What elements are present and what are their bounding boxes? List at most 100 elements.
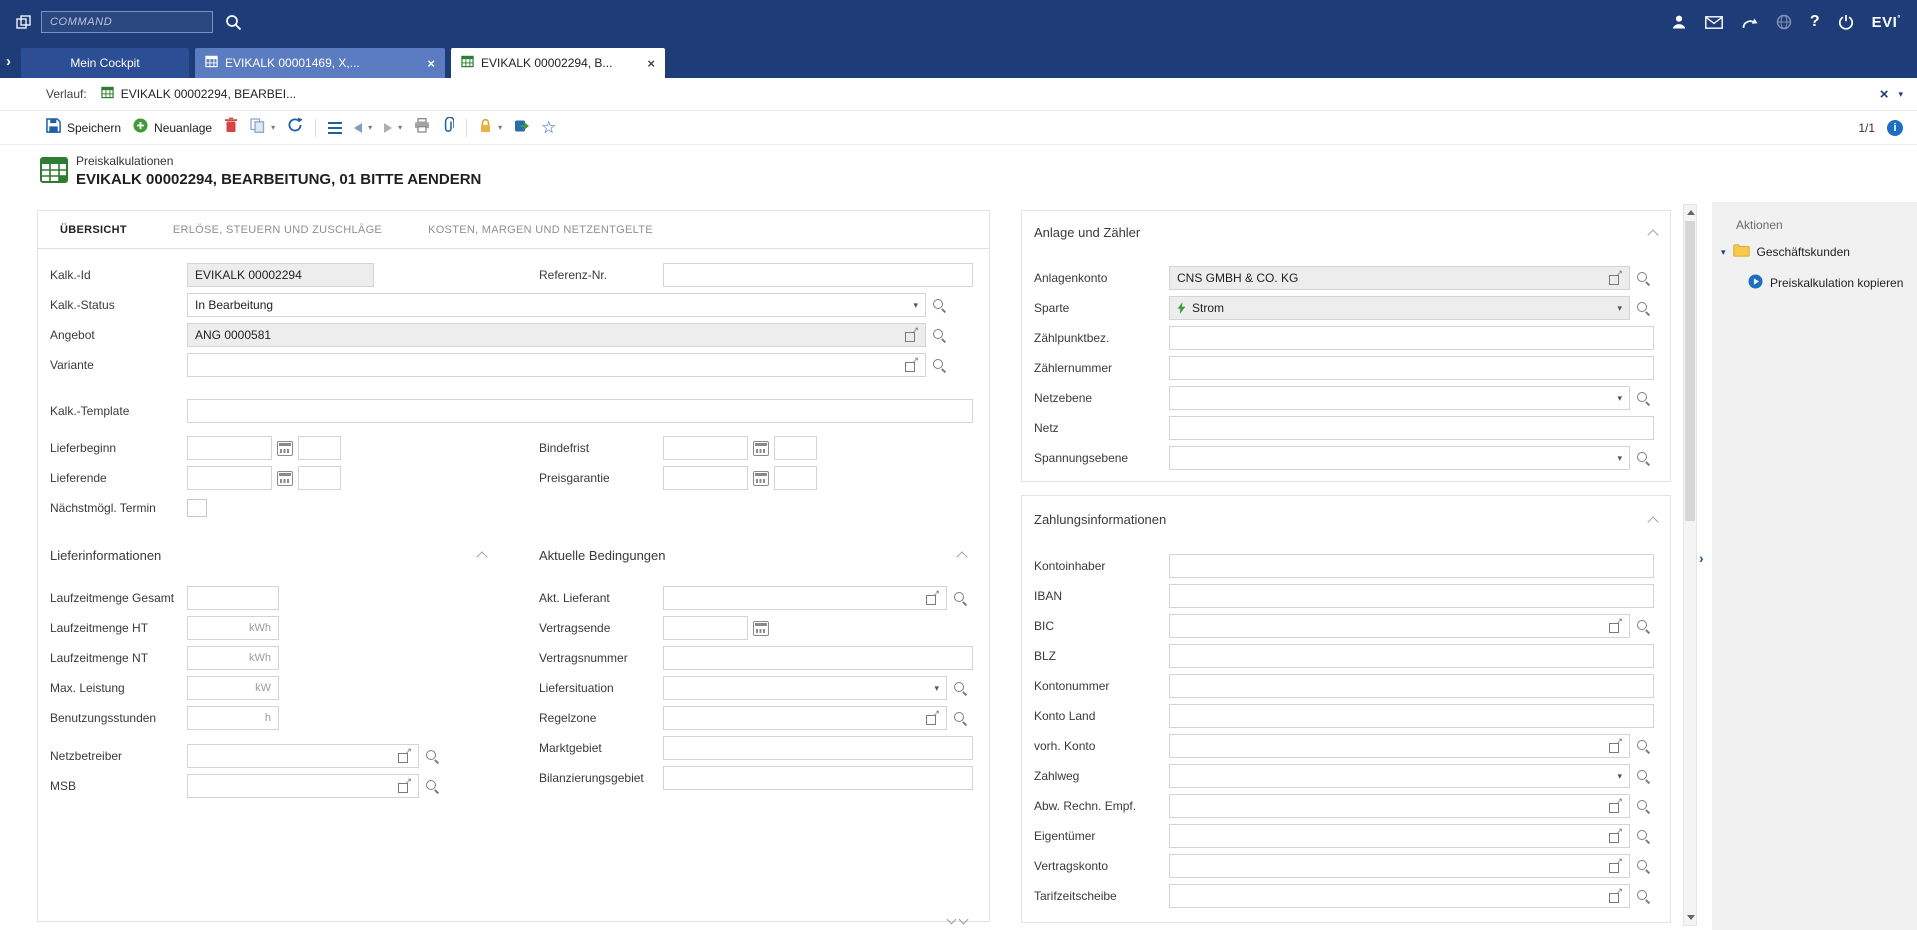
tab-mein-cockpit[interactable]: Mein Cockpit (21, 48, 189, 78)
panel-expander-icon[interactable]: › (1699, 550, 1704, 566)
open-record-icon[interactable] (926, 712, 939, 725)
open-record-icon[interactable] (905, 359, 918, 372)
help-icon[interactable]: ? (1810, 13, 1820, 31)
chevron-down-icon[interactable]: ▾ (1611, 393, 1622, 404)
calendar-icon[interactable] (277, 441, 293, 456)
scroll-up-icon[interactable] (1687, 210, 1695, 215)
zahlweg-select[interactable]: ▾ (1169, 764, 1630, 788)
vertical-scrollbar[interactable] (1683, 204, 1697, 926)
chevron-down-icon[interactable]: ▾ (368, 123, 372, 132)
close-icon[interactable]: × (647, 56, 655, 71)
save-button[interactable]: Speichern (46, 118, 121, 138)
referenz-nr-input[interactable] (663, 263, 973, 287)
zaehlpunktbez-input[interactable] (1169, 326, 1654, 350)
preisgarantie-time-input[interactable] (774, 466, 817, 490)
preisgarantie-date-input[interactable] (663, 466, 748, 490)
search-icon[interactable] (1636, 739, 1651, 754)
search-icon[interactable] (1636, 271, 1651, 286)
forward-button[interactable]: ▾ (384, 123, 402, 133)
search-icon[interactable] (953, 711, 968, 726)
zaehlernummer-input[interactable] (1169, 356, 1654, 380)
calendar-icon[interactable] (753, 441, 769, 456)
lieferende-time-input[interactable] (298, 466, 341, 490)
laufzeitmenge-nt-input[interactable]: kWh (187, 646, 279, 670)
open-record-icon[interactable] (1609, 860, 1622, 873)
collapse-icon[interactable] (1647, 516, 1658, 527)
chevron-down-icon[interactable]: ▾ (1611, 771, 1622, 782)
tab-kosten-margen[interactable]: KOSTEN, MARGEN UND NETZENTGELTE (428, 224, 653, 236)
search-icon[interactable] (1636, 829, 1651, 844)
scroll-more-indicator[interactable] (948, 916, 967, 923)
tree-item-geschaeftskunden[interactable]: ▾ Geschäftskunden (1721, 244, 1850, 260)
collapse-icon[interactable] (476, 551, 487, 562)
regelzone-input[interactable] (663, 706, 947, 730)
open-record-icon[interactable] (1609, 830, 1622, 843)
lieferende-date-input[interactable] (187, 466, 272, 490)
bilanzierungsgebiet-input[interactable] (663, 766, 973, 790)
vertragsnummer-input[interactable] (663, 646, 973, 670)
favorite-star-icon[interactable]: ☆ (541, 119, 556, 136)
vertragskonto-input[interactable] (1169, 854, 1630, 878)
new-button[interactable]: Neuanlage (133, 118, 212, 138)
kalk-id-input[interactable]: EVIKALK 00002294 (187, 263, 374, 287)
spannungsebene-select[interactable]: ▾ (1169, 446, 1630, 470)
netzebene-select[interactable]: ▾ (1169, 386, 1630, 410)
benutzungsstunden-input[interactable]: h (187, 706, 279, 730)
search-icon[interactable] (932, 358, 947, 373)
laufzeitmenge-gesamt-input[interactable] (187, 586, 279, 610)
sparte-select[interactable]: Strom ▾ (1169, 296, 1630, 320)
search-icon[interactable] (932, 328, 947, 343)
redo-icon[interactable] (1741, 15, 1758, 30)
refresh-button[interactable] (287, 117, 303, 138)
tab-erloese-steuern[interactable]: ERLÖSE, STEUERN UND ZUSCHLÄGE (173, 224, 382, 236)
lock-button[interactable]: ▾ (479, 118, 502, 138)
open-record-icon[interactable] (398, 750, 411, 763)
open-record-icon[interactable] (905, 329, 918, 342)
scroll-down-icon[interactable] (1687, 915, 1695, 920)
open-record-icon[interactable] (1609, 740, 1622, 753)
chevron-down-icon[interactable]: ▾ (398, 123, 402, 132)
kalk-template-input[interactable] (187, 399, 973, 423)
search-icon[interactable] (953, 681, 968, 696)
kalk-status-select[interactable]: In Bearbeitung▾ (187, 293, 926, 317)
search-icon[interactable] (1636, 301, 1651, 316)
chevron-down-icon[interactable]: ▾ (1611, 303, 1622, 314)
bindefrist-time-input[interactable] (774, 436, 817, 460)
search-icon[interactable] (1636, 859, 1651, 874)
kontoinhaber-input[interactable] (1169, 554, 1654, 578)
tab-evikalk-2294[interactable]: EVIKALK 00002294, B... × (451, 48, 665, 78)
nav-expand-icon[interactable]: › (6, 53, 11, 70)
chevron-down-icon[interactable]: ▾ (271, 123, 275, 132)
chevron-down-icon[interactable]: ▾ (1898, 89, 1903, 100)
anlagenkonto-input[interactable]: CNS GMBH & CO. KG (1169, 266, 1630, 290)
back-button[interactable]: ▾ (354, 123, 372, 133)
open-record-icon[interactable] (1609, 620, 1622, 633)
kontonummer-input[interactable] (1169, 674, 1654, 698)
mail-icon[interactable] (1705, 16, 1723, 29)
bindefrist-date-input[interactable] (663, 436, 748, 460)
naechstmoegl-termin-checkbox[interactable] (187, 499, 207, 517)
open-record-icon[interactable] (1609, 800, 1622, 813)
chevron-down-icon[interactable]: ▾ (1611, 453, 1622, 464)
search-icon[interactable] (932, 298, 947, 313)
calendar-icon[interactable] (753, 471, 769, 486)
info-icon[interactable]: i (1887, 120, 1903, 136)
bic-input[interactable] (1169, 614, 1630, 638)
lieferbeginn-date-input[interactable] (187, 436, 272, 460)
eigentuemer-input[interactable] (1169, 824, 1630, 848)
menu-icon[interactable] (328, 122, 342, 134)
print-button[interactable] (414, 118, 430, 138)
search-icon[interactable] (953, 591, 968, 606)
open-record-icon[interactable] (1609, 272, 1622, 285)
blz-input[interactable] (1169, 644, 1654, 668)
netzbetreiber-input[interactable] (187, 744, 419, 768)
search-icon[interactable] (1636, 391, 1651, 406)
chevron-down-icon[interactable]: ▾ (928, 683, 939, 694)
command-input[interactable] (41, 11, 213, 33)
netz-input[interactable] (1169, 416, 1654, 440)
link-button[interactable] (514, 118, 529, 138)
tarifzeitscheibe-input[interactable] (1169, 884, 1630, 908)
collapse-icon[interactable] (956, 551, 967, 562)
vertragsende-date-input[interactable] (663, 616, 748, 640)
search-icon[interactable] (1636, 451, 1651, 466)
